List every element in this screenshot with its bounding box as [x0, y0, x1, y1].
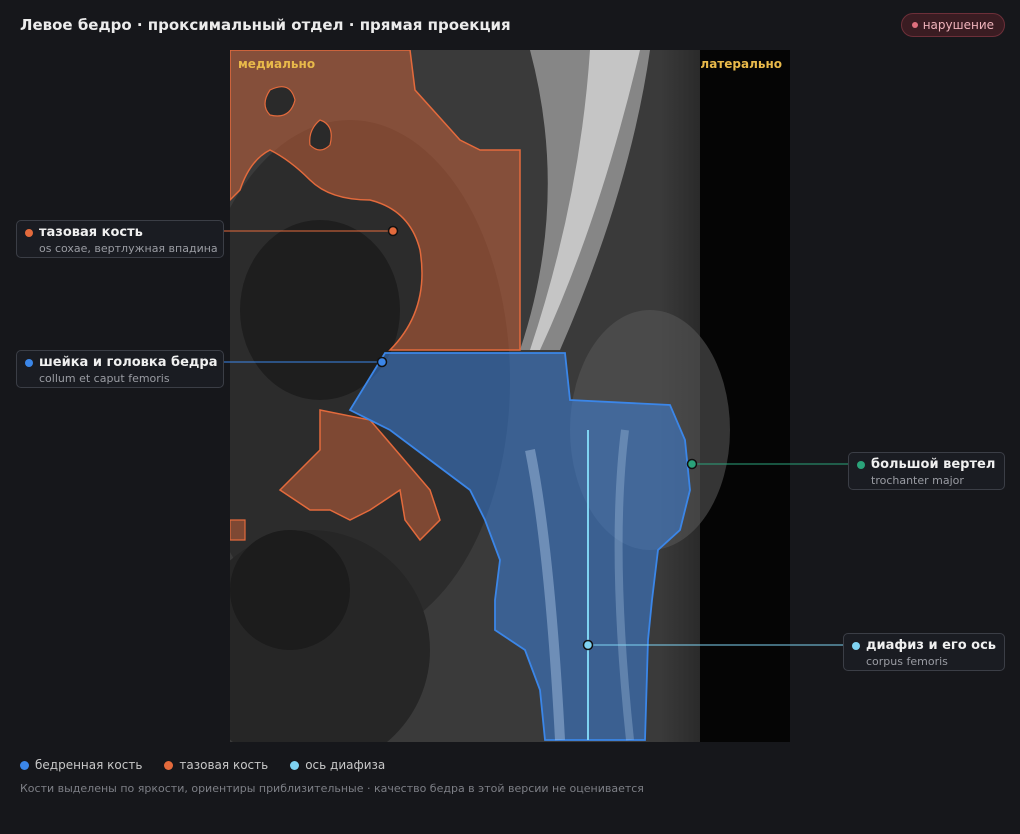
legend-item-axis: ось диафиза — [290, 758, 385, 772]
orientation-lateral: латерально — [700, 57, 782, 71]
neck-dot-icon — [25, 359, 33, 367]
callout-pelvis-sub: os coxae, вертлужная впадина — [39, 242, 218, 255]
legend-item-pelvis: тазовая кость — [164, 758, 268, 772]
legend: бедренная кость тазовая кость ось диафиз… — [20, 758, 385, 772]
pelvis-dot-icon — [164, 760, 174, 770]
pelvis-dot-icon — [25, 229, 33, 237]
callout-pelvis[interactable]: тазовая кость os coxae, вертлужная впади… — [16, 220, 224, 258]
xray-viewer[interactable]: медиально латерально — [230, 50, 790, 742]
shaft-dot-icon — [852, 642, 860, 650]
trochanter-dot-icon — [857, 461, 865, 469]
footnote: Кости выделены по яркости, ориентиры при… — [20, 782, 644, 795]
callout-pelvis-name: тазовая кость — [39, 225, 143, 240]
callout-shaft-sub: corpus femoris — [866, 655, 948, 668]
femur-dot-icon — [20, 760, 29, 770]
callout-shaft-name: диафиз и его ось — [866, 638, 997, 653]
xray-image — [230, 50, 790, 742]
status-badge-label: нарушение — [922, 18, 994, 32]
legend-label: тазовая кость — [179, 758, 269, 772]
legend-label: бедренная кость — [35, 758, 143, 772]
callout-trochanter-sub: trochanter major — [871, 474, 964, 487]
legend-label: ось диафиза — [305, 758, 386, 772]
orientation-medial: медиально — [238, 57, 316, 71]
axis-dot-icon — [290, 760, 300, 770]
callout-neck-sub: collum et caput femoris — [39, 372, 170, 385]
page-title: Левое бедро · проксимальный отдел · прям… — [20, 16, 511, 34]
callout-shaft[interactable]: диафиз и его ось corpus femoris — [843, 633, 1005, 671]
callout-trochanter[interactable]: большой вертел trochanter major — [848, 452, 1005, 490]
alert-dot-icon — [911, 22, 918, 28]
callout-femoral-neck[interactable]: шейка и головка бедра collum et caput fe… — [16, 350, 224, 388]
status-badge[interactable]: нарушение — [900, 13, 1005, 37]
callout-neck-name: шейка и головка бедра — [39, 355, 218, 370]
callout-trochanter-name: большой вертел — [871, 457, 996, 472]
legend-item-femur: бедренная кость — [20, 758, 142, 772]
